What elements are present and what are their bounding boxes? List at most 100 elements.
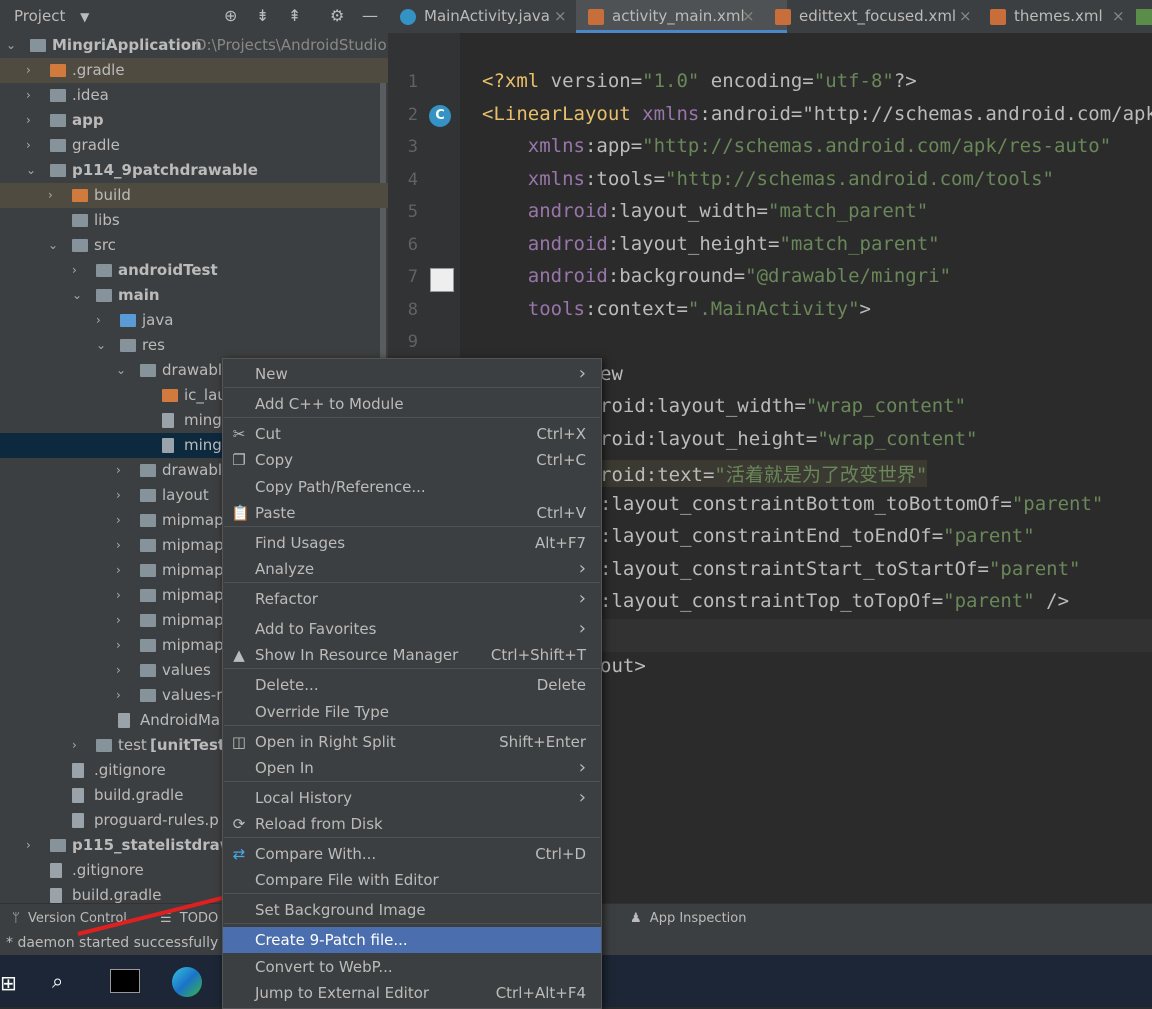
chevron-right-icon[interactable]: › [116, 608, 130, 633]
code-line: android:layout_width="match_parent" [527, 200, 929, 222]
expand-all-icon[interactable]: ⇟ [256, 6, 269, 25]
tree-item[interactable]: ⌄ p114_9patchdrawable [0, 158, 388, 183]
chevron-down-icon[interactable]: ⌄ [116, 358, 130, 383]
tree-item[interactable]: › androidTest [0, 258, 388, 283]
manifest-icon [1136, 9, 1152, 25]
chevron-down-icon[interactable]: ⌄ [26, 158, 40, 183]
windows-start-icon[interactable]: ⊞ [0, 971, 17, 995]
tree-item[interactable]: › app [0, 108, 388, 133]
chevron-right-icon[interactable]: › [116, 533, 130, 558]
menu-item-cut[interactable]: ✂ Cut Ctrl+X [223, 421, 601, 447]
gear-icon[interactable]: ⚙ [330, 6, 344, 25]
menu-item-refactor[interactable]: Refactor › [223, 586, 601, 612]
copy-icon: ❐ [232, 451, 246, 469]
chevron-right-icon[interactable]: › [116, 558, 130, 583]
chevron-down-icon[interactable]: ⌄ [72, 283, 86, 308]
tree-item[interactable]: › build [0, 183, 388, 208]
chevron-right-icon[interactable]: › [116, 483, 130, 508]
image-preview-icon[interactable] [430, 268, 454, 292]
tree-item[interactable]: › .idea [0, 83, 388, 108]
tree-item-label: build.gradle [72, 886, 162, 903]
menu-item-copy[interactable]: ❐ Copy Ctrl+C [223, 447, 601, 473]
project-view-selector[interactable]: Project ▼ [14, 7, 89, 25]
menu-item-reload-from-disk[interactable]: ⟳ Reload from Disk [223, 811, 601, 837]
tree-item[interactable]: libs [0, 208, 388, 233]
chevron-down-icon[interactable]: ⌄ [96, 333, 110, 358]
tree-item[interactable]: ⌄ main [0, 283, 388, 308]
menu-item-new[interactable]: New › [223, 361, 601, 387]
terminal-icon[interactable] [110, 969, 140, 993]
chevron-right-icon[interactable]: › [26, 58, 40, 83]
tab-mainactivity[interactable]: MainActivity.java × [388, 0, 599, 33]
menu-item-analyze[interactable]: Analyze › [223, 556, 601, 582]
code-line: :layout_constraintStart_toStartOf="paren… [600, 557, 1081, 580]
app-inspection-tab[interactable]: ♟ App Inspection [630, 911, 746, 926]
menu-item-override-file-type[interactable]: Override File Type [223, 699, 601, 725]
chevron-right-icon[interactable]: › [116, 633, 130, 658]
branch-icon: ᛘ [12, 911, 20, 926]
tree-item-label: .gitignore [94, 761, 166, 779]
chevron-down-icon: ▼ [80, 10, 90, 24]
chevron-right-icon[interactable]: › [48, 183, 62, 208]
folder-icon [50, 139, 66, 152]
folder-icon [50, 164, 66, 177]
menu-item-create-9-patch-file[interactable]: Create 9-Patch file... [223, 927, 601, 953]
tree-item[interactable]: ⌄ res [0, 333, 388, 358]
tree-item[interactable]: › java [0, 308, 388, 333]
close-icon[interactable]: × [742, 0, 755, 33]
menu-item-set-background-image[interactable]: Set Background Image [223, 897, 601, 923]
menu-item-compare-with[interactable]: ⇄ Compare With... Ctrl+D [223, 841, 601, 867]
tab-edittext-focused[interactable]: edittext_focused.xml × [763, 0, 999, 33]
edge-browser-icon[interactable] [172, 967, 202, 997]
menu-item-open-in[interactable]: Open In › [223, 755, 601, 781]
chevron-right-icon[interactable]: › [116, 508, 130, 533]
menu-item-add-c-to-module[interactable]: Add C++ to Module [223, 391, 601, 417]
tab-activity-main[interactable]: activity_main.xml × [576, 0, 787, 33]
chevron-right-icon[interactable]: › [116, 658, 130, 683]
minimize-icon[interactable]: — [362, 6, 378, 25]
tree-item[interactable]: ⌄ src [0, 233, 388, 258]
class-gutter-icon[interactable]: C [429, 105, 451, 127]
menu-item-compare-file-with-editor[interactable]: Compare File with Editor [223, 867, 601, 893]
close-icon[interactable]: × [1112, 0, 1125, 33]
chevron-right-icon[interactable]: › [26, 83, 40, 108]
chevron-right-icon[interactable]: › [96, 308, 110, 333]
menu-item-paste[interactable]: 📋 Paste Ctrl+V [223, 500, 601, 526]
chevron-down-icon[interactable]: ⌄ [6, 33, 20, 58]
folder-icon [140, 464, 156, 477]
menu-item-jump-to-external-editor[interactable]: Jump to External Editor Ctrl+Alt+F4 [223, 980, 601, 1006]
menu-item-convert-to-webp[interactable]: Convert to WebP... [223, 954, 601, 980]
menu-item-show-in-resource-manager[interactable]: ▲ Show In Resource Manager Ctrl+Shift+T [223, 642, 601, 668]
chevron-right-icon[interactable]: › [72, 733, 86, 758]
chevron-right-icon[interactable]: › [116, 583, 130, 608]
menu-item-local-history[interactable]: Local History › [223, 785, 601, 811]
cut-icon: ✂ [232, 425, 246, 443]
tree-item[interactable]: › .gradle [0, 58, 388, 83]
chevron-right-icon[interactable]: › [72, 258, 86, 283]
tab-label: activity_main.xml [612, 7, 745, 25]
menu-item-open-in-right-split[interactable]: ◫ Open in Right Split Shift+Enter [223, 729, 601, 755]
chevron-right-icon[interactable]: › [116, 458, 130, 483]
code-line: android:layout_height="match_parent" [527, 232, 940, 255]
folder-icon [72, 214, 88, 227]
chevron-right-icon[interactable]: › [26, 133, 40, 158]
menu-item-find-usages[interactable]: Find Usages Alt+F7 [223, 530, 601, 556]
menu-item-label: Convert to WebP... [255, 958, 393, 976]
chevron-right-icon[interactable]: › [26, 833, 40, 858]
close-icon[interactable]: × [554, 0, 567, 33]
submenu-arrow-icon: › [578, 558, 586, 579]
close-icon[interactable]: × [959, 0, 972, 33]
tab-themes[interactable]: themes.xml × [978, 0, 1152, 33]
menu-item-delete[interactable]: Delete... Delete [223, 672, 601, 698]
menu-item-add-to-favorites[interactable]: Add to Favorites › [223, 616, 601, 642]
chevron-right-icon[interactable]: › [26, 108, 40, 133]
chevron-right-icon[interactable]: › [116, 683, 130, 708]
chevron-down-icon[interactable]: ⌄ [48, 233, 62, 258]
locate-icon[interactable]: ⊕ [224, 6, 237, 25]
collapse-all-icon[interactable]: ⇞ [288, 6, 301, 25]
menu-item-copy-path-reference[interactable]: Copy Path/Reference... [223, 474, 601, 500]
tree-item[interactable]: ⌄ MingriApplication D:\Projects\AndroidStu… [0, 33, 388, 58]
folder-icon [72, 189, 88, 202]
tree-item[interactable]: › gradle [0, 133, 388, 158]
search-icon[interactable]: ⌕ [52, 969, 63, 993]
